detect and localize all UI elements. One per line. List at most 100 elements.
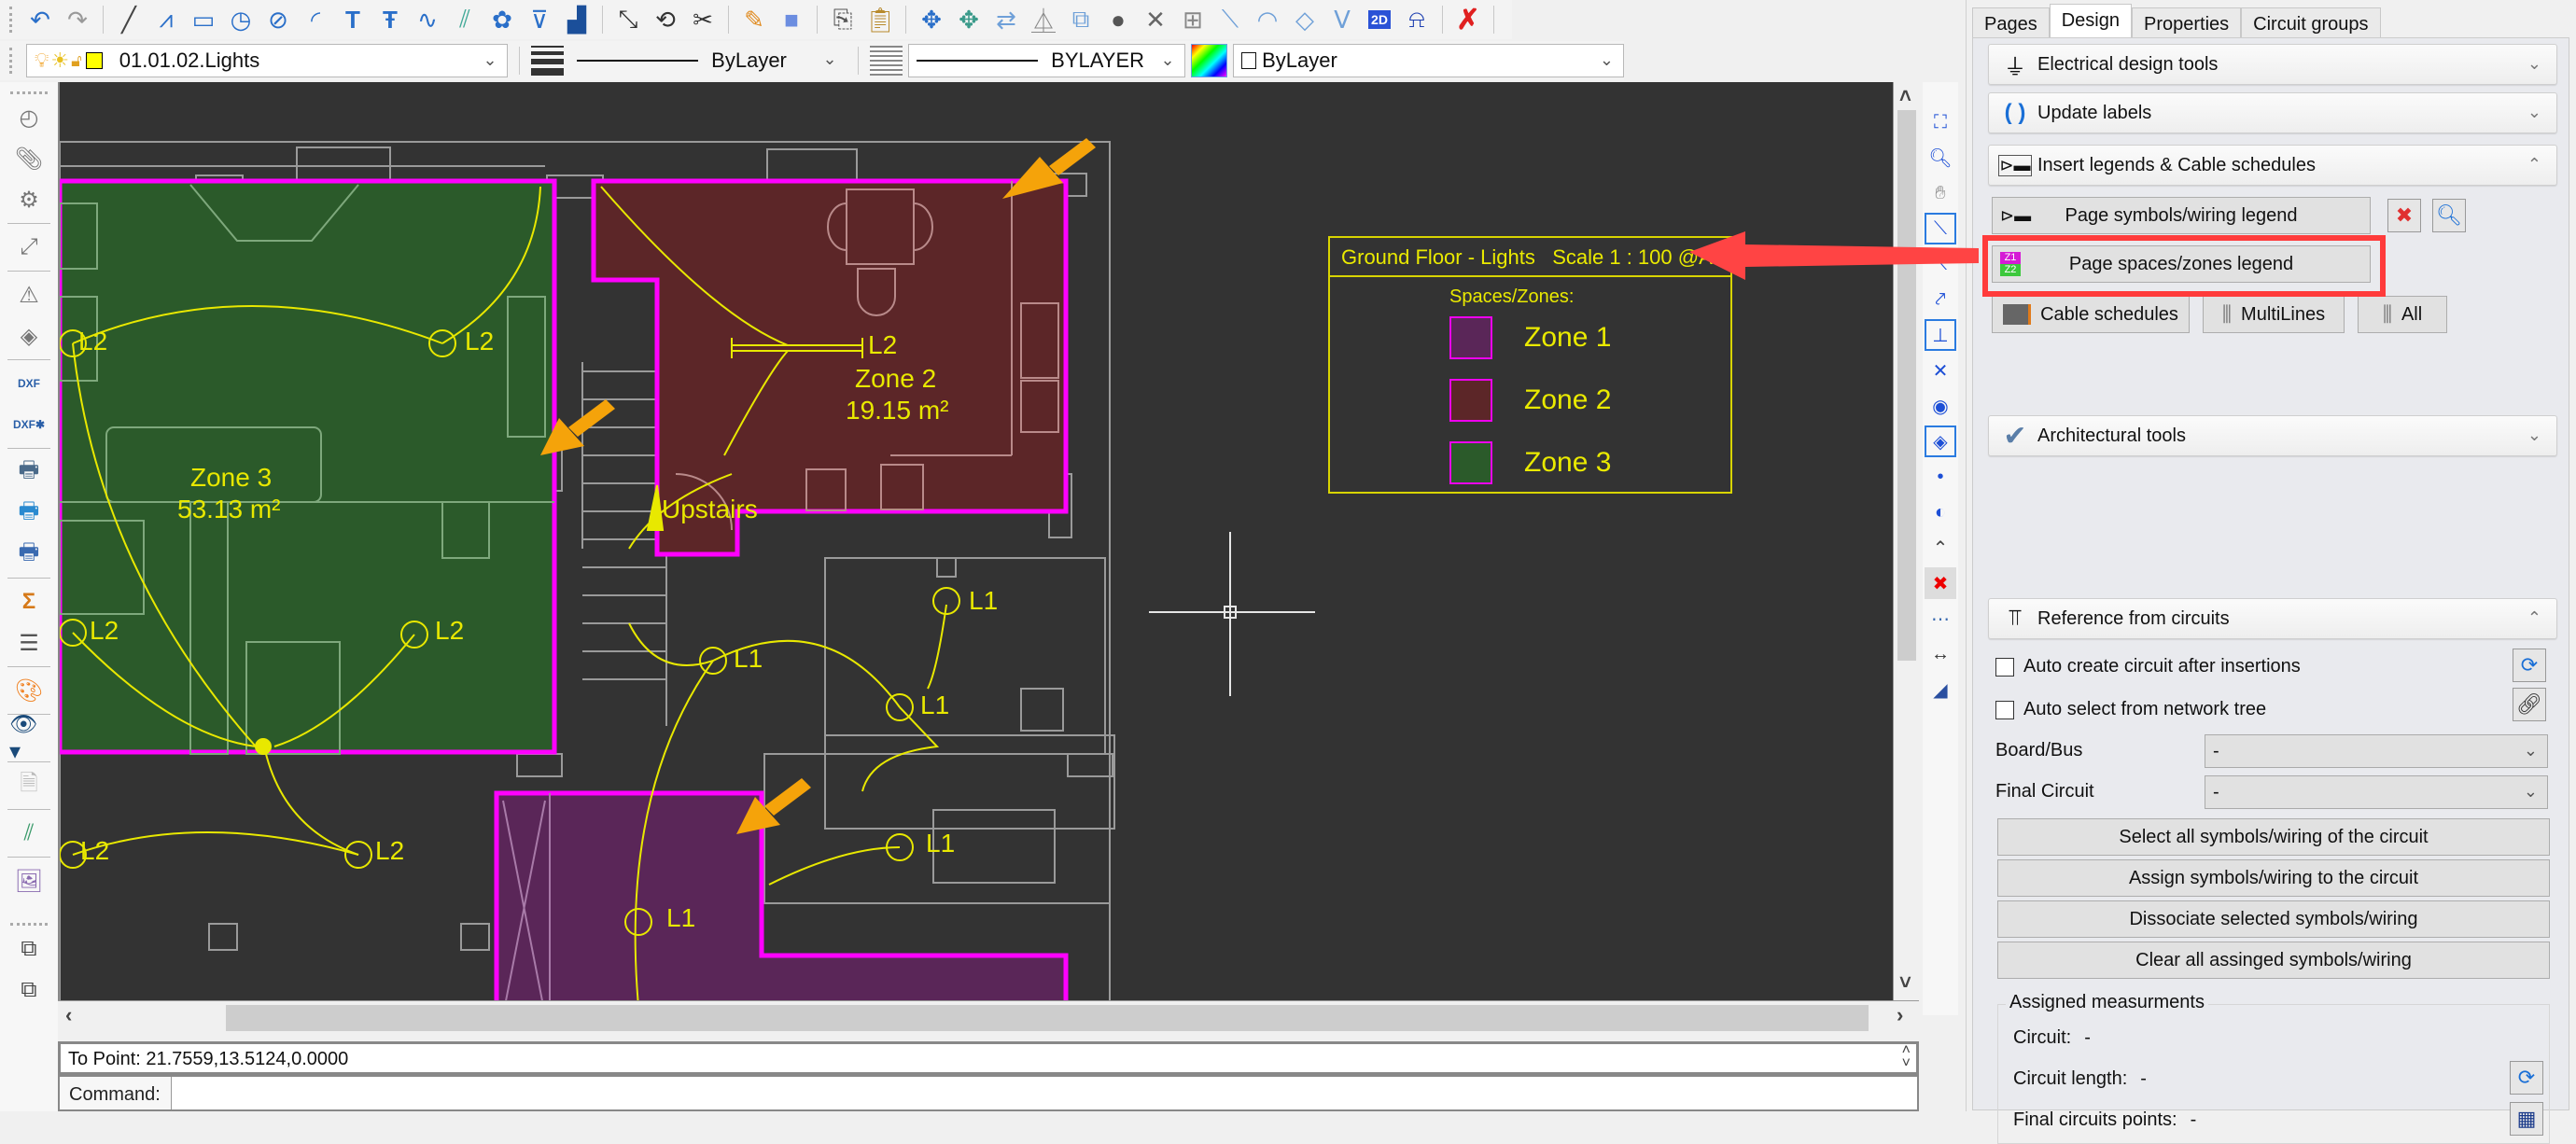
print-setup-icon[interactable]: 🖶 (9, 537, 49, 572)
lock-icon[interactable]: 🔓︎ (71, 51, 82, 71)
zoom-extents-icon[interactable]: ⛶ (1925, 106, 1956, 138)
snap-quadrant-icon[interactable]: ◈ (1925, 426, 1956, 457)
mirror-icon[interactable]: ⏅ (1026, 3, 1061, 36)
text-icon[interactable]: T (335, 3, 371, 36)
tab-design[interactable]: Design (2049, 4, 2132, 39)
zoom-legend-button[interactable]: 🔍︎ (2432, 199, 2466, 232)
snap-intersection-icon[interactable]: ✕ (1925, 355, 1956, 386)
circle-icon[interactable]: ◷ (223, 3, 259, 36)
warning-icon[interactable]: ⚠ (9, 277, 49, 313)
rotate-icon[interactable]: ⟲ (648, 3, 683, 36)
pan-hand-icon[interactable]: ✋︎ (1925, 177, 1956, 209)
redo-icon[interactable]: ↷ (60, 3, 95, 36)
measure-area-icon[interactable]: ◢ (1925, 674, 1956, 705)
section-electrical-design-tools[interactable]: ⏚ Electrical design tools ⌄ (1988, 44, 2557, 85)
toolbar-grip[interactable] (9, 48, 15, 74)
toolbar-grip[interactable] (10, 923, 48, 926)
copy-icon[interactable]: ⎘ (825, 3, 861, 36)
board-bus-select[interactable]: - ⌄ (2205, 734, 2548, 768)
grid-icon[interactable]: ⊞ (1175, 3, 1211, 36)
command-input[interactable] (172, 1077, 1917, 1109)
settings-icon[interactable]: ⚙ (9, 182, 49, 217)
auto-select-network-checkbox[interactable]: Auto select from network tree (1995, 699, 2266, 720)
clear-assigned-button[interactable]: Clear all assinged symbols/wiring (1997, 942, 2550, 979)
vertical-scrollbar[interactable]: ˄ ˅ (1893, 82, 1919, 1000)
extend-icon[interactable]: ⟍ (1212, 3, 1248, 36)
page-symbols-wiring-legend-button[interactable]: ⊳▬ Page symbols/wiring legend (1992, 197, 2371, 234)
vertical-scroll-thumb[interactable] (1897, 110, 1916, 661)
erase-icon[interactable]: ● (1100, 3, 1136, 36)
horizontal-scrollbar[interactable]: ‹ › (58, 1000, 1919, 1034)
toolbar-grip[interactable] (10, 91, 48, 94)
fill-icon[interactable]: ■ (774, 3, 809, 36)
trim-icon[interactable]: ✕ (1138, 3, 1173, 36)
grid-snap-icon[interactable]: ⋯ (1925, 603, 1956, 635)
bring-front-icon[interactable]: ⧉ (9, 931, 49, 967)
calculator-button[interactable]: ▦ (2510, 1102, 2543, 1136)
scroll-down-icon[interactable]: ˅ (1899, 970, 1911, 995)
section-reference-from-circuits[interactable]: ⫪ Reference from circuits ⌃ (1988, 598, 2557, 639)
undo-icon[interactable]: ↶ (22, 3, 58, 36)
delete-icon[interactable]: ✗ (1450, 3, 1486, 36)
picture-icon[interactable]: 🖼︎ (9, 863, 49, 899)
mtext-icon[interactable]: Ŧ (372, 3, 408, 36)
lightbulb-icon[interactable]: 💡︎ (35, 49, 49, 73)
resize-icon[interactable]: ⤢ (9, 230, 49, 265)
2d-icon[interactable]: 2D (1362, 3, 1397, 36)
attach-icon[interactable]: 📎︎ (9, 141, 49, 176)
rectangle-icon[interactable]: ▭ (186, 3, 221, 36)
checkbox-box[interactable] (1995, 657, 2014, 677)
section-insert-legends[interactable]: ⊳▬ Insert legends & Cable schedules ⌃ (1988, 145, 2557, 186)
checkbox-box[interactable] (1995, 700, 2014, 719)
cable-schedules-button[interactable]: Cable schedules (1992, 296, 2190, 333)
dxf-import-icon[interactable]: DXF✱ (9, 407, 49, 442)
dimension-icon[interactable]: ⍾ (1399, 3, 1435, 36)
link-button[interactable]: 🔗︎ (2513, 688, 2546, 721)
delete-legend-button[interactable]: ✖ (2387, 199, 2421, 232)
final-circuit-select[interactable]: - ⌄ (2205, 775, 2548, 809)
tab-circuit-groups[interactable]: Circuit groups (2241, 7, 2381, 39)
drawing-canvas[interactable]: L2 L2 L2 L2 L2 L2 L2 L1 L1 L1 L1 L1 Zone… (58, 82, 1893, 1000)
copy-move-icon[interactable]: ✥ (951, 3, 987, 36)
recalculate-button[interactable]: ⟳ (2510, 1061, 2543, 1095)
snap-off-icon[interactable]: ✖ (1925, 567, 1956, 599)
snap-tangent-icon[interactable]: ◐ (1925, 496, 1956, 528)
linetype-dropdown[interactable]: BYLAYER ⌄ (908, 44, 1185, 77)
color-palette-icon[interactable] (1190, 44, 1228, 77)
assign-symbols-button[interactable]: Assign symbols/wiring to the circuit (1997, 859, 2550, 897)
spline-icon[interactable]: ∿ (410, 3, 445, 36)
document-icon[interactable]: 🗎 (9, 768, 49, 803)
hatch-icon[interactable]: ⫽ (447, 3, 483, 36)
scale-icon[interactable]: ⧉ (1063, 3, 1099, 36)
break-icon[interactable]: Ⅴ (1324, 3, 1360, 36)
rotate-copy-icon[interactable]: ⇄ (988, 3, 1024, 36)
edit-icon[interactable]: ✎ (736, 3, 772, 36)
auto-create-circuit-checkbox[interactable]: Auto create circuit after insertions (1995, 656, 2301, 677)
dxf-export-icon[interactable]: DXF (9, 366, 49, 401)
print-preview-icon[interactable]: 🖶 (9, 495, 49, 531)
ellipse-icon[interactable]: ⊘ (260, 3, 296, 36)
zone-3-area[interactable] (60, 178, 557, 755)
explode-icon[interactable]: ✂ (685, 3, 721, 36)
report-icon[interactable]: ☰ (9, 625, 49, 661)
section-architectural-tools[interactable]: ✔ Architectural tools ⌄ (1988, 415, 2557, 456)
select-all-symbols-button[interactable]: Select all symbols/wiring of the circuit (1997, 818, 2550, 856)
wipeout-icon[interactable]: ⊽ (522, 3, 557, 36)
sum-icon[interactable]: Σ (9, 584, 49, 620)
scroll-left-icon[interactable]: ‹ (65, 1003, 72, 1027)
horizontal-scroll-thumb[interactable] (226, 1005, 1869, 1031)
history-scroll-icon[interactable]: ˄ ˅ (1902, 1043, 1911, 1071)
image-icon[interactable]: ▟ (559, 3, 595, 36)
fillet-icon[interactable]: ◠ (1250, 3, 1285, 36)
history-icon[interactable]: ◴ (9, 100, 49, 135)
snap-extension-icon[interactable]: ⌃ (1925, 532, 1956, 564)
layer-dropdown[interactable]: 💡︎ ☀ 🔓︎ 01.01.02.Lights ⌄ (25, 44, 508, 77)
tab-properties[interactable]: Properties (2131, 7, 2242, 39)
toolbar-grip[interactable] (9, 7, 15, 33)
tab-pages[interactable]: Pages (1972, 7, 2050, 39)
refresh-circuits-button[interactable]: ⟳ (2513, 649, 2546, 682)
snap-center-icon[interactable]: ◉ (1925, 390, 1956, 422)
polyline-icon[interactable]: ⩘ (148, 3, 184, 36)
move-icon[interactable]: ✥ (914, 3, 949, 36)
all-button[interactable]: ⫼ All (2358, 296, 2447, 333)
